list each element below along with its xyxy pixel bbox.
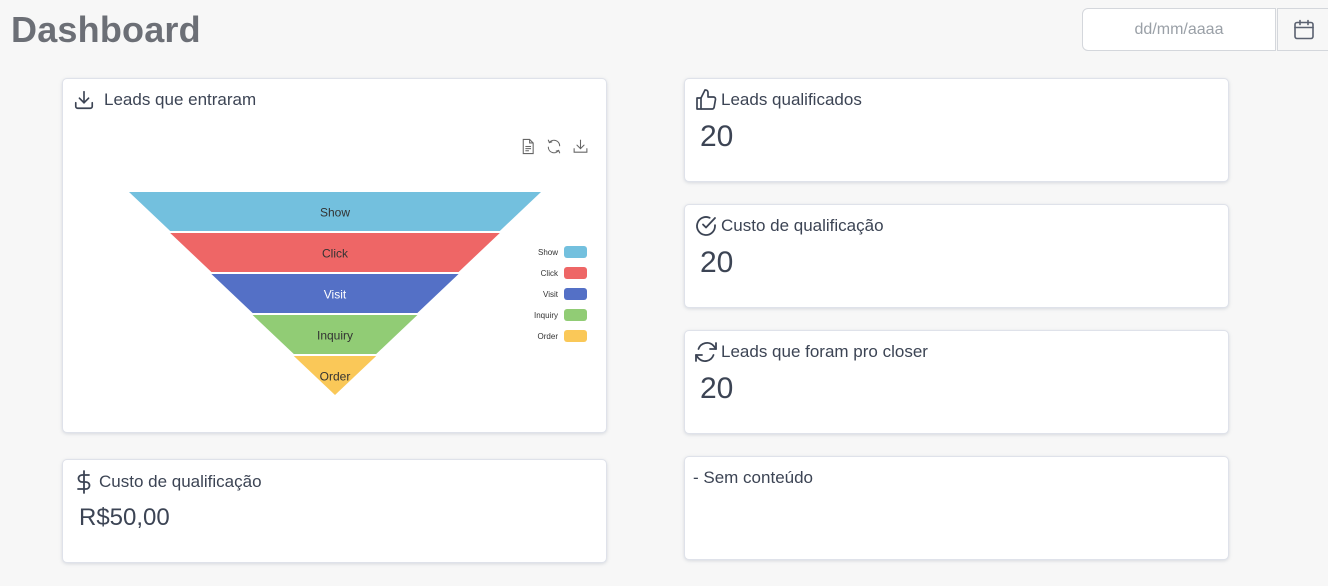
card-title: Leads que foram pro closer — [721, 342, 928, 361]
leads-entraram-card: Leads que entraram Show Click Visit Inquiry… — [62, 78, 607, 433]
legend-label[interactable]: Visit — [543, 290, 559, 299]
card-title: - Sem conteúdo — [693, 468, 814, 487]
funnel-chart: Show Click Visit Inquiry Order Show Click Visit… — [129, 192, 587, 395]
funnel-label: Click — [322, 247, 349, 261]
card-value: R$50,00 — [79, 504, 170, 531]
date-input[interactable] — [1082, 8, 1276, 51]
legend-label[interactable]: Click — [541, 269, 559, 278]
funnel-label: Show — [320, 206, 350, 220]
card-header: Custo de qualificação — [75, 470, 262, 494]
card-header: Leads que foram pro closer — [694, 340, 928, 364]
page-title: Dashboard — [11, 9, 201, 50]
funnel-label: Order — [320, 370, 351, 384]
funnel-label: Inquiry — [317, 329, 353, 343]
leads-qualificados-card: Leads qualificados 20 — [684, 78, 1229, 182]
legend-swatch[interactable] — [564, 309, 587, 321]
card-value: 20 — [700, 120, 734, 153]
calendar-button[interactable] — [1277, 8, 1328, 51]
card-title: Custo de qualificação — [721, 216, 884, 235]
funnel-label: Visit — [324, 288, 347, 302]
card-header: Leads qualificados — [694, 88, 862, 112]
card-title: Leads qualificados — [721, 90, 862, 109]
legend-swatch[interactable] — [564, 288, 587, 300]
legend-label[interactable]: Show — [538, 248, 558, 257]
legend-label[interactable]: Order — [538, 332, 559, 341]
card-value: 20 — [700, 246, 734, 279]
legend-swatch[interactable] — [564, 246, 587, 258]
leads-closer-card: Leads que foram pro closer 20 — [684, 330, 1229, 434]
legend-swatch[interactable] — [564, 330, 587, 342]
card-header: Custo de qualificação — [694, 214, 884, 238]
custo-qualificacao-card: Custo de qualificação 20 — [684, 204, 1229, 308]
card-value: 20 — [700, 372, 734, 405]
sem-conteudo-card: - Sem conteúdo — [684, 456, 1229, 560]
legend-swatch[interactable] — [564, 267, 587, 279]
card-title: Custo de qualificação — [99, 472, 262, 491]
refresh-icon — [694, 340, 718, 364]
custo-bottom-card: Custo de qualificação R$50,00 — [62, 459, 607, 563]
dollar-icon — [75, 470, 93, 494]
legend-label[interactable]: Inquiry — [534, 311, 558, 320]
check-circle-icon — [694, 214, 718, 238]
calendar-icon — [1292, 18, 1316, 42]
card-header: - Sem conteúdo — [693, 468, 813, 488]
thumbs-up-icon — [694, 88, 718, 112]
